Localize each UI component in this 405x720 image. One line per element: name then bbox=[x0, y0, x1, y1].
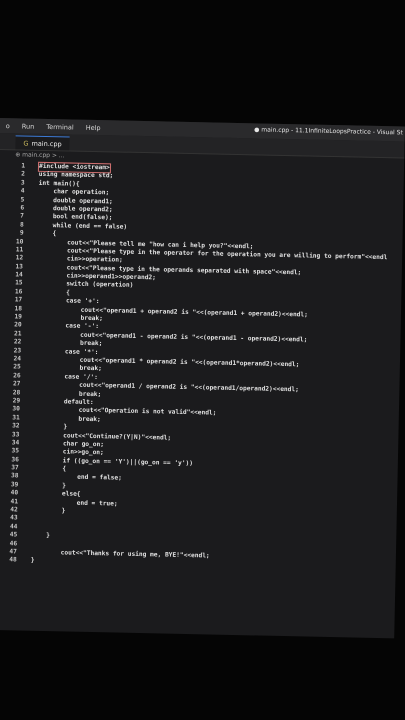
tab-main-cpp[interactable]: G main.cpp bbox=[15, 135, 70, 151]
line-text: } bbox=[31, 531, 50, 540]
menu-item-terminal[interactable]: Terminal bbox=[46, 122, 80, 131]
editor-window: o Run Terminal Help ● main.cpp - 11.1Inf… bbox=[0, 118, 405, 639]
line-number: 48 bbox=[9, 556, 17, 564]
line-text: } bbox=[31, 506, 66, 515]
code-area[interactable]: 1 #include <iostream> 2 using namespace std… bbox=[0, 161, 404, 573]
menu-item-help[interactable]: Help bbox=[86, 123, 107, 131]
menu-item-partial[interactable]: o bbox=[6, 122, 16, 130]
line-text: } bbox=[30, 557, 35, 565]
file-icon: G bbox=[23, 138, 29, 148]
window-title: ● main.cpp - 11.1InfiniteLoopsPractice -… bbox=[254, 126, 403, 137]
tab-label: main.cpp bbox=[31, 139, 62, 148]
menu-item-run[interactable]: Run bbox=[22, 122, 41, 130]
breadcrumb[interactable]: ⊕ main.cpp > ... bbox=[15, 151, 64, 159]
